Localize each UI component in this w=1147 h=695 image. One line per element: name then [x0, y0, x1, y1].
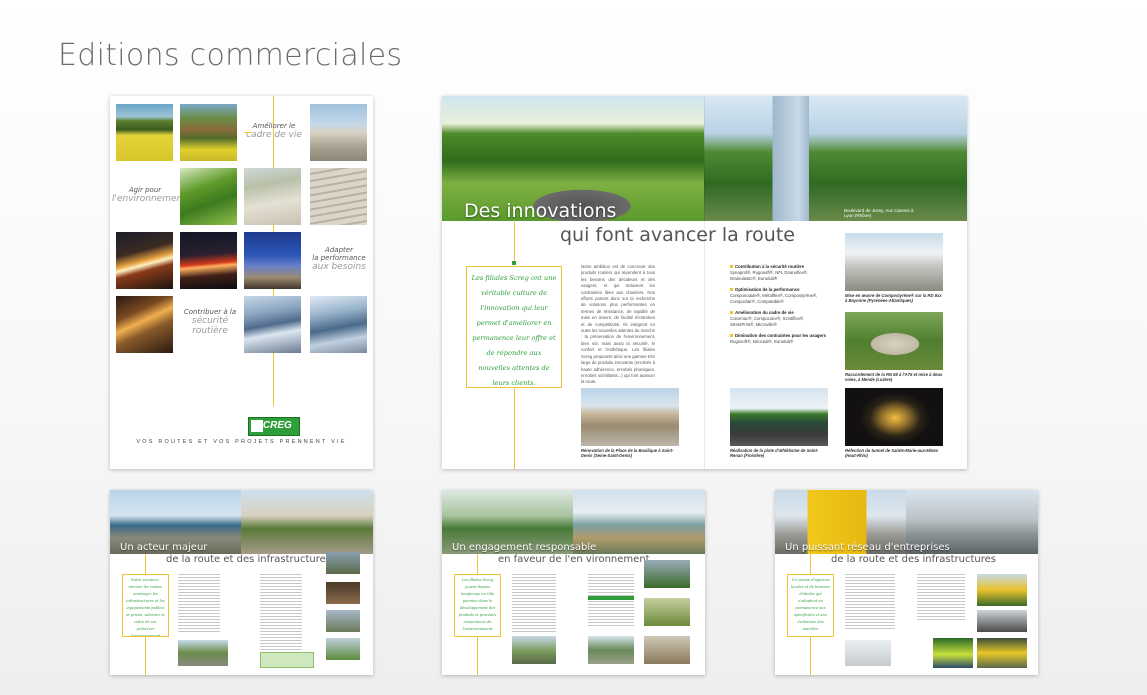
photo-rapeseed-field: [116, 104, 173, 161]
hero-photo-caption: Boulevard de Jussy, Aux Cannes à Lyon (R…: [844, 208, 914, 219]
photo-small-3: [644, 560, 690, 588]
thumb-title-a: Un puissant réseau d'entreprises: [785, 542, 950, 553]
photo-worker-2: [977, 610, 1027, 632]
innovation-item: Diminution des contraintes pour les usag…: [730, 333, 828, 345]
photo-paved-path: [244, 168, 301, 225]
thumb-title-b: de la route et des infrastructures: [831, 554, 996, 565]
photo-small-1: [845, 640, 891, 666]
photo-square-trees: [241, 490, 373, 554]
thumb-quote: Les filiales Screg jouent depuis longtem…: [454, 574, 501, 637]
yellow-rule: [477, 554, 478, 574]
page-title: Editions commerciales: [58, 38, 403, 73]
photo-modern-building: [704, 96, 967, 221]
spread-title-line2: qui font avancer la route: [560, 224, 795, 246]
caption-right-1: Mise en œuvre de Compostyrène® sur la RD…: [845, 293, 942, 304]
photo-green-embankment: [180, 168, 237, 225]
photo-night-traffic-2: [180, 232, 237, 289]
photo-small-6: [588, 596, 634, 600]
photo-worker-3: [933, 638, 973, 668]
green-info-box: [260, 652, 314, 668]
yellow-rule: [810, 637, 811, 675]
photo-small-2: [588, 636, 634, 664]
yellow-rule: [145, 554, 146, 574]
photo-small-1: [512, 636, 556, 664]
caption-bottom-1: Rénovation de la Place de la Basilique à…: [581, 448, 674, 459]
innovation-item: Optimisation de la performance Componodu…: [730, 287, 828, 305]
photo-tunnel: [845, 388, 943, 446]
thumb-title-a: Un engagement responsable: [452, 542, 597, 553]
text-column: [260, 574, 302, 654]
thumb-title-b: de la route et des infrastructures: [166, 554, 331, 565]
photo-road-trees: [178, 640, 228, 666]
photo-village: [180, 104, 237, 161]
brochure-thumb-environnement[interactable]: Un engagement responsable en faveur de l…: [442, 490, 705, 675]
photo-church: [310, 104, 367, 161]
spread-title-line1: Des innovations: [464, 200, 617, 222]
cover-caption-securite: Contribuer à la sécurité routière: [183, 308, 237, 337]
thumb-title-a: Un acteur majeur: [120, 542, 208, 553]
photo-small-1: [326, 552, 360, 574]
photo-highway-blur-3: [310, 296, 367, 353]
thumb-quote: Un réseau d'agences locales et de bureau…: [787, 574, 834, 637]
yellow-rule-top: [514, 222, 515, 262]
thumb-quote: Notre vocation : rénover les routes, amé…: [122, 574, 169, 637]
innovation-list: Contribution à la sécurité routière Syna…: [730, 264, 828, 350]
cover-caption-performance: Adapter la performance aux besoins: [312, 246, 366, 273]
yellow-rule: [477, 637, 478, 675]
brochure-cover[interactable]: Améliorer le cadre de vie Agir pour l'en…: [110, 96, 373, 469]
text-column: [178, 574, 220, 632]
photo-stone-steps: [310, 168, 367, 225]
caption-right-2: Raccordement de la RN 88 à l'A75 et mise…: [845, 372, 943, 383]
photo-small-2: [326, 582, 360, 604]
spread-fold: [704, 96, 705, 469]
text-column: [917, 574, 965, 620]
photo-highway-blur-2: [244, 296, 301, 353]
photo-piste-athletisme: [730, 388, 828, 446]
yellow-rule-bottom: [514, 388, 515, 469]
brochure-thumb-acteur-majeur[interactable]: Un acteur majeur de la route et des infr…: [110, 490, 373, 675]
innovation-item: Amélioration du cadre de vie Colormac®, …: [730, 310, 828, 328]
brochure-thumb-reseau[interactable]: Un puissant réseau d'entreprises de la r…: [775, 490, 1038, 675]
green-dot: [512, 261, 516, 265]
yellow-rule: [810, 554, 811, 574]
photo-night-lamps: [244, 232, 301, 289]
innovation-item: Contribution à la sécurité routière Syna…: [730, 264, 828, 282]
spread-body-text: Notre ambition est de concevoir des prod…: [581, 264, 655, 385]
screg-logo: SCREG: [248, 417, 300, 436]
cover-caption-environnement: Agir pour l'environnement: [112, 186, 186, 205]
photo-compostyrene-site: [845, 233, 943, 291]
yellow-tick: [244, 132, 252, 133]
photo-small-3: [326, 610, 360, 632]
photo-place-basilique: [581, 388, 679, 446]
photo-worker-1: [977, 574, 1027, 606]
cover-tagline: Vos routes et vos projets prennent vie: [136, 439, 347, 445]
caption-right-3: Réfection du tunnel de Sainte-Marie-aux-…: [845, 448, 939, 459]
brochure-spread-innovations[interactable]: Boulevard de Jussy, Aux Cannes à Lyon (R…: [442, 96, 967, 469]
photo-rn88-junction: [845, 312, 943, 370]
spread-quote: Les filiales Screg ont une véritable cul…: [466, 266, 562, 388]
cover-caption-cadre-de-vie: Améliorer le cadre de vie: [246, 122, 302, 141]
yellow-rule: [145, 637, 146, 675]
photo-night-traffic-1: [116, 232, 173, 289]
photo-small-4: [644, 598, 690, 626]
photo-highway-blur-1: [116, 296, 173, 353]
thumb-title-b: en faveur de l'en vironnement: [498, 554, 650, 565]
photo-worker-4: [977, 638, 1027, 668]
photo-small-5: [644, 636, 690, 664]
text-column: [588, 574, 634, 626]
caption-bottom-2: Réalisation de la piste d'athlétisme de …: [730, 448, 819, 459]
text-column: [845, 574, 895, 630]
text-column: [512, 574, 556, 634]
photo-small-4: [326, 638, 360, 660]
